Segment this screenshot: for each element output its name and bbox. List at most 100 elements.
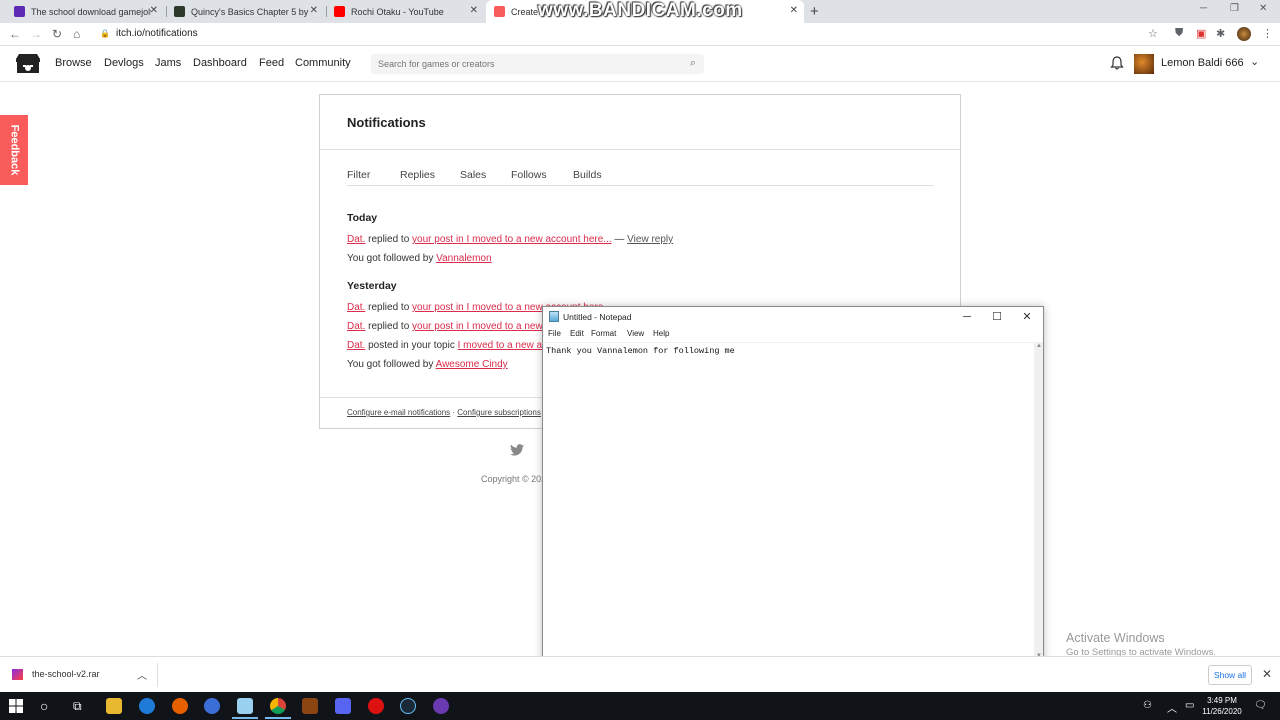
winrar-icon[interactable] — [302, 698, 318, 714]
browser-profile-avatar[interactable] — [1237, 27, 1251, 41]
day-heading-yesterday: Yesterday — [347, 280, 397, 292]
nav-community[interactable]: Community — [295, 57, 351, 69]
menu-help[interactable]: Help — [653, 329, 669, 338]
network-icon[interactable]: ▭ — [1185, 700, 1194, 711]
puzzle-extensions-icon[interactable]: ✱ — [1216, 27, 1225, 40]
divider — [157, 663, 158, 687]
active-indicator — [265, 717, 291, 719]
close-browser-button[interactable]: ✕ — [1259, 3, 1267, 14]
close-tab-icon[interactable]: ✕ — [150, 5, 158, 16]
shield-extension-icon[interactable]: ⛊ — [1175, 27, 1183, 40]
chevron-up-icon[interactable]: ︿ — [137, 667, 147, 682]
maximize-button[interactable]: ☐ — [982, 309, 1012, 325]
user-link[interactable]: Dat. — [347, 321, 365, 332]
panel-footer: Configure e-mail notifications · Configu… — [347, 408, 541, 417]
people-icon[interactable]: ⚇ — [1143, 700, 1152, 711]
reload-icon[interactable]: ↻ — [52, 27, 62, 41]
menu-file[interactable]: File — [548, 329, 561, 338]
menu-view[interactable]: View — [627, 329, 644, 338]
filter-sales[interactable]: Sales — [460, 169, 486, 181]
search-input[interactable] — [371, 54, 671, 74]
taskbar-clock[interactable]: 3:49 PM 11/26/2020 — [1200, 695, 1244, 717]
divider — [320, 149, 960, 150]
itch-header: Browse Devlogs Jams Dashboard Feed Commu… — [0, 46, 1280, 82]
username[interactable]: Lemon Baldi 666 — [1161, 57, 1244, 69]
firefox-icon[interactable] — [172, 698, 188, 714]
tab-youtube[interactable]: Rochi Otaku - YouTube ✕ — [326, 0, 484, 23]
new-tab-button[interactable]: + — [810, 3, 819, 20]
forward-arrow-icon[interactable]: → — [30, 27, 42, 41]
nav-browse[interactable]: Browse — [55, 57, 92, 69]
search-icon[interactable]: ⌕ — [690, 57, 696, 70]
home-icon[interactable]: ⌂ — [73, 27, 80, 41]
scroll-up-icon[interactable]: ▲ — [1036, 343, 1042, 349]
close-downloads-icon[interactable]: ✕ — [1262, 667, 1272, 681]
user-link[interactable]: Dat. — [347, 340, 365, 351]
user-avatar[interactable] — [1134, 54, 1154, 74]
notification-center-icon[interactable]: 🗨 — [1254, 700, 1267, 711]
minimize-browser-button[interactable]: ─ — [1200, 3, 1207, 14]
tab-school-download[interactable]: The school download gamejolt - ✕ — [6, 0, 164, 23]
menu-format[interactable]: Format — [591, 329, 616, 338]
bookmark-star-icon[interactable]: ☆ — [1148, 27, 1158, 40]
vertical-scrollbar[interactable]: ▲ ▼ — [1034, 342, 1043, 660]
bandicam-icon[interactable] — [368, 698, 384, 714]
close-tab-icon[interactable]: ✕ — [310, 5, 318, 16]
notification-bell-icon[interactable] — [1110, 56, 1124, 70]
show-all-button[interactable]: Show all — [1208, 665, 1252, 685]
notification-row: You got followed by Awesome Cindy — [347, 359, 508, 370]
gamejolt-favicon-icon — [174, 6, 185, 17]
nav-jams[interactable]: Jams — [155, 57, 181, 69]
configure-email-link[interactable]: Configure e-mail notifications — [347, 408, 450, 417]
menu-edit[interactable]: Edit — [570, 329, 584, 338]
edge-icon[interactable] — [139, 698, 155, 714]
file-explorer-icon[interactable] — [106, 698, 122, 714]
twitter-icon[interactable] — [510, 444, 524, 456]
close-tab-icon[interactable]: ✕ — [470, 5, 478, 16]
task-view-icon[interactable]: ⧉ — [73, 698, 82, 714]
kebab-menu-icon[interactable]: ⋮ — [1262, 27, 1273, 40]
notepad-content: Thank you Vannalemon for following me — [546, 346, 735, 356]
user-link[interactable]: Vannalemon — [436, 253, 491, 264]
post-link[interactable]: your post in I moved to a new account he… — [412, 234, 612, 245]
notepad-taskbar-icon[interactable] — [237, 698, 253, 714]
feedback-tab[interactable]: Feedback — [0, 115, 28, 185]
back-arrow-icon[interactable]: ← — [9, 27, 21, 41]
user-link[interactable]: Dat. — [347, 234, 365, 245]
filter-builds[interactable]: Builds — [573, 169, 602, 181]
chevron-up-tray-icon[interactable]: ︿ — [1167, 700, 1177, 715]
yahoo-favicon-icon — [14, 6, 25, 17]
filter-follows[interactable]: Follows — [511, 169, 547, 181]
extension-icon[interactable]: ▣ — [1196, 27, 1206, 40]
notification-row: Dat. replied to your post in I moved to … — [347, 234, 674, 245]
notepad-title-bar[interactable]: Untitled - Notepad ─ ☐ ✕ — [543, 307, 1043, 327]
nav-devlogs[interactable]: Devlogs — [104, 57, 144, 69]
windows-taskbar: ○ ⧉ ⚇ ︿ ▭ 3:49 PM 11/26/2020 🗨 — [0, 692, 1280, 720]
tab-quincys-basics[interactable]: Quincy's Basics Chapter 5 by Qu ✕ — [166, 0, 324, 23]
chevron-down-icon[interactable]: ⌄ — [1250, 55, 1259, 68]
steam-icon[interactable] — [400, 698, 416, 714]
user-link[interactable]: Awesome Cindy — [436, 359, 508, 370]
app-icon[interactable] — [433, 698, 449, 714]
notepad-icon — [549, 311, 559, 322]
notepad-text-area[interactable]: Thank you Vannalemon for following me — [545, 342, 1035, 660]
address-bar[interactable]: 🔒 itch.io/notifications — [100, 28, 198, 39]
search-circle-icon[interactable]: ○ — [40, 698, 48, 714]
browser-tab-strip: The school download gamejolt - ✕ Quincy'… — [0, 0, 1280, 23]
filter-replies[interactable]: Replies — [400, 169, 435, 181]
chrome-icon[interactable] — [270, 698, 286, 714]
close-button[interactable]: ✕ — [1012, 309, 1042, 325]
nav-feed[interactable]: Feed — [259, 57, 284, 69]
itch-logo-icon[interactable] — [16, 53, 40, 75]
close-tab-icon[interactable]: ✕ — [790, 5, 798, 16]
discord-icon[interactable] — [335, 698, 351, 714]
user-link[interactable]: Dat. — [347, 302, 365, 313]
minimize-button[interactable]: ─ — [952, 309, 982, 325]
windows-start-icon[interactable] — [9, 699, 23, 713]
view-reply-link[interactable]: View reply — [627, 234, 673, 245]
chrome-alt-icon[interactable] — [204, 698, 220, 714]
configure-subscriptions-link[interactable]: Configure subscriptions — [457, 408, 541, 417]
nav-dashboard[interactable]: Dashboard — [193, 57, 247, 69]
restore-browser-button[interactable]: ❐ — [1230, 3, 1239, 14]
download-item[interactable]: the-school-v2.rar — [12, 669, 100, 681]
